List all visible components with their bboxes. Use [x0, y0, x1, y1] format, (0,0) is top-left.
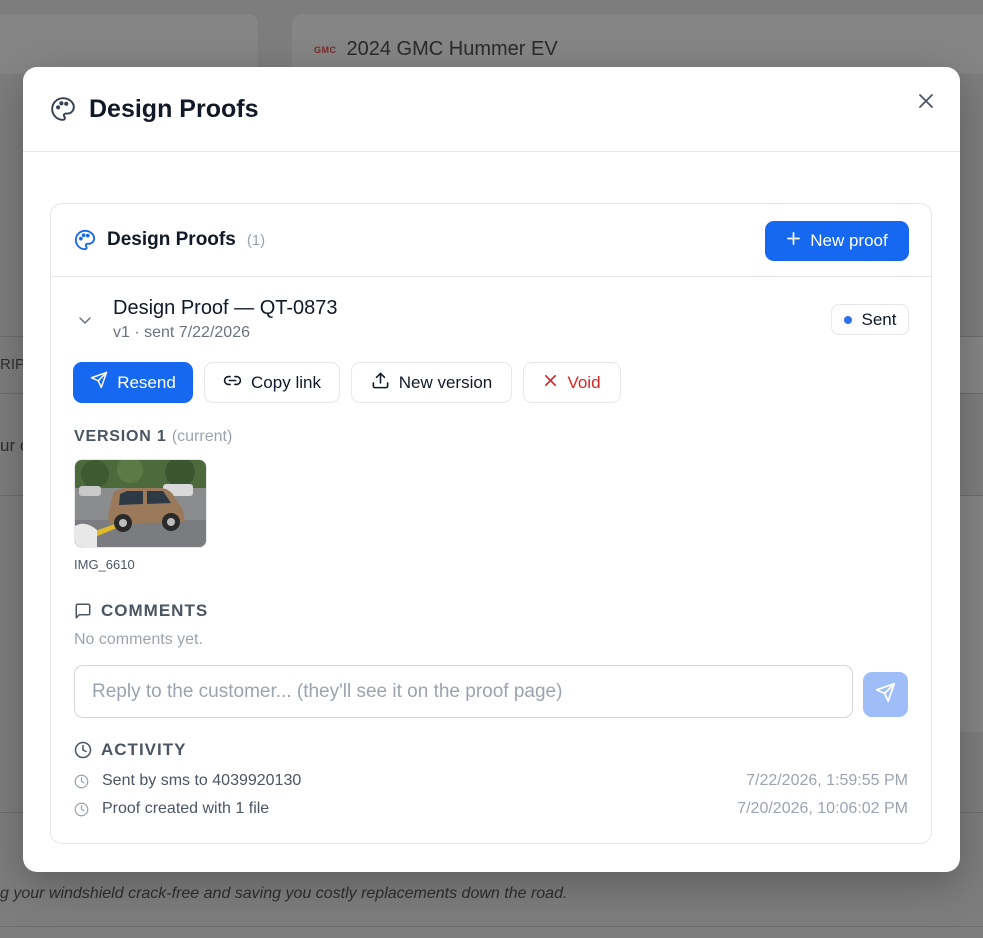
car-photo	[75, 460, 206, 547]
panel-header: Design Proofs (1) New proof	[51, 204, 931, 277]
proof-title: Design Proof — QT-0873	[113, 297, 338, 319]
status-badge: Sent	[831, 304, 909, 335]
clock-icon	[74, 802, 89, 817]
status-text: Sent	[861, 309, 897, 329]
activity-time: 7/20/2026, 10:06:02 PM	[737, 800, 908, 817]
palette-icon	[50, 96, 76, 122]
version-number: VERSION 1	[74, 428, 167, 445]
proof-subtitle: v1 · sent 7/22/2026	[113, 324, 250, 341]
void-label: Void	[567, 372, 601, 392]
file-name: IMG_6610	[74, 557, 135, 572]
copy-link-button[interactable]: Copy link	[204, 362, 340, 403]
activity-time: 7/22/2026, 1:59:55 PM	[746, 772, 908, 789]
activity-text: Sent by sms to 4039920130	[102, 772, 302, 789]
panel-title: Design Proofs	[107, 229, 236, 250]
activity-row: Sent by sms to 4039920130 7/22/2026, 1:5…	[74, 772, 908, 790]
copy-link-label: Copy link	[251, 372, 321, 392]
chevron-down-icon[interactable]	[77, 312, 93, 328]
proof-actions: Resend Copy link New version Void	[73, 362, 621, 403]
version-note: (current)	[171, 428, 233, 445]
new-proof-label: New proof	[810, 231, 888, 250]
reply-input[interactable]	[74, 665, 853, 718]
proofs-panel: Design Proofs (1) New proof Design Proof…	[50, 203, 932, 844]
clock-icon	[74, 741, 92, 759]
plus-icon	[786, 231, 801, 251]
clock-icon	[74, 774, 89, 789]
comments-heading: COMMENTS	[74, 601, 208, 621]
x-icon	[543, 373, 558, 393]
send-icon	[875, 682, 896, 708]
new-version-button[interactable]: New version	[351, 362, 512, 403]
gmc-logo: GMC	[314, 44, 337, 55]
palette-icon	[74, 229, 96, 251]
close-icon[interactable]	[916, 91, 936, 111]
comment-icon	[74, 602, 92, 620]
modal-title: Design Proofs	[89, 94, 259, 123]
design-proofs-modal: Design Proofs Design Proofs (1) New proo…	[23, 67, 960, 872]
resend-button[interactable]: Resend	[73, 362, 193, 403]
version-label: VERSION 1 (current)	[74, 428, 232, 446]
send-reply-button[interactable]	[863, 672, 908, 717]
proof-count: (1)	[246, 231, 266, 249]
modal-header: Design Proofs	[23, 67, 960, 152]
status-dot	[843, 315, 852, 324]
background-divider	[0, 926, 983, 927]
activity-text: Proof created with 1 file	[102, 800, 270, 817]
activity-heading: ACTIVITY	[74, 740, 186, 760]
proof-thumbnail[interactable]	[74, 459, 207, 548]
upload-icon	[371, 371, 390, 395]
resend-label: Resend	[117, 372, 176, 392]
background-cut-text: RIP	[0, 356, 26, 373]
background-footer-text: g your windshield crack-free and saving …	[0, 885, 568, 902]
reply-field-wrapper	[74, 665, 853, 718]
activity-row: Proof created with 1 file 7/20/2026, 10:…	[74, 800, 908, 818]
link-icon	[223, 371, 242, 395]
new-version-label: New version	[398, 372, 493, 392]
new-proof-button[interactable]: New proof	[765, 221, 909, 261]
activity-heading-text: ACTIVITY	[101, 740, 187, 759]
background-vehicle: GMC 2024 GMC Hummer EV	[314, 38, 558, 61]
comments-heading-text: COMMENTS	[101, 601, 209, 620]
send-icon	[90, 371, 108, 394]
vehicle-name: 2024 GMC Hummer EV	[346, 38, 558, 60]
no-comments-text: No comments yet.	[74, 631, 203, 648]
void-button[interactable]: Void	[523, 362, 621, 403]
background-card	[0, 14, 258, 74]
